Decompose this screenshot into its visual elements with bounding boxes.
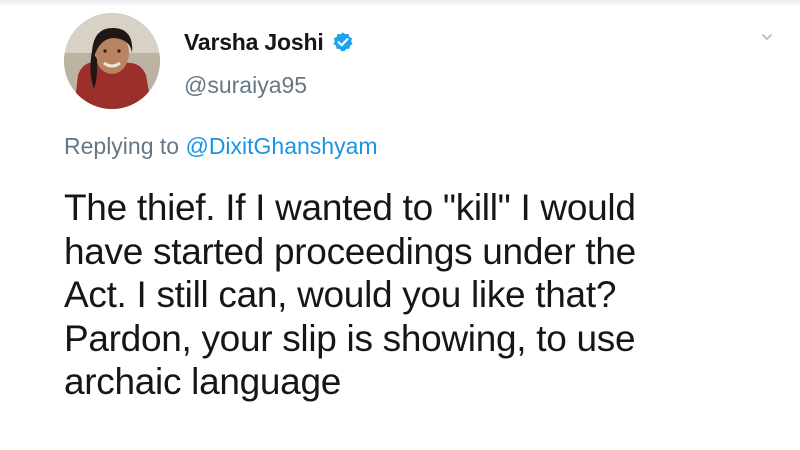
tweet-text-line: Pardon, your slip is showing, to use [64,317,636,359]
tweet-text-line: archaic language [64,361,342,402]
avatar[interactable] [64,13,160,109]
top-divider [0,0,800,6]
author-handle[interactable]: @suraiya95 [184,72,307,99]
author-display-name[interactable]: Varsha Joshi [184,29,324,56]
chevron-down-icon[interactable] [760,30,774,44]
tweet-text: The thief. If I wanted to "kill" I would… [64,186,784,404]
profile-photo-icon [64,13,160,109]
replying-to-label: Replying to [64,133,186,159]
tweet-text-line: The thief. If I wanted to "kill" I would [64,187,636,228]
tweet-text-line: have started proceedings under the [64,230,636,272]
tweet-card: Varsha Joshi @suraiya95 Replying to @Dix… [0,0,800,450]
replying-to-line: Replying to @DixitGhanshyam [64,133,378,160]
reply-mention-link[interactable]: @DixitGhanshyam [185,133,377,159]
tweet-text-line: Act. I still can, would you like that? [64,274,617,315]
verified-badge-icon [332,32,353,52]
author-name-row[interactable]: Varsha Joshi [184,26,354,58]
crop-edge [0,420,800,450]
